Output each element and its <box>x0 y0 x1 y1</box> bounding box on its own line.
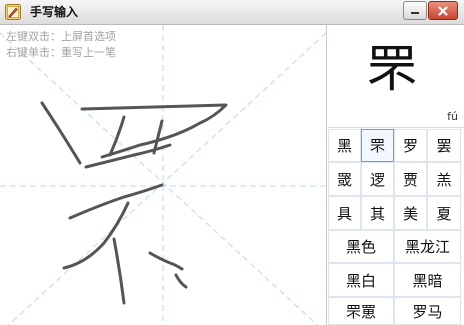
hint-right-click-undo: 右键单击：重写上一笔 <box>6 46 116 59</box>
minimize-icon <box>411 11 419 14</box>
candidate-char-8[interactable]: 羔 <box>427 162 461 196</box>
candidate-word-5[interactable]: 罘罳 <box>328 297 394 325</box>
candidate-word-2[interactable]: 黑龙江 <box>394 230 461 263</box>
candidate-word-4[interactable]: 黑暗 <box>394 263 461 297</box>
close-icon <box>438 5 448 16</box>
title-bar[interactable]: 手写输入 <box>0 0 464 25</box>
handwriting-app-icon <box>5 4 21 20</box>
handwriting-window: 手写输入 左键双击：上屏首选项 右键单击：重写上一笔 罘 fú 黑 罘 罗 罢 … <box>0 0 464 325</box>
candidate-char-12[interactable]: 夏 <box>427 196 461 230</box>
preview-pinyin: fú <box>447 110 458 123</box>
candidate-preview: 罘 fú <box>328 25 464 128</box>
candidate-char-9[interactable]: 具 <box>328 196 361 230</box>
candidate-char-1[interactable]: 黑 <box>328 129 361 162</box>
candidate-word-3[interactable]: 黑白 <box>328 263 394 297</box>
canvas-guide-lines <box>0 25 326 325</box>
candidate-word-6[interactable]: 罗马 <box>394 297 461 325</box>
handwriting-canvas[interactable]: 左键双击：上屏首选项 右键单击：重写上一笔 <box>0 25 327 325</box>
handwritten-strokes <box>40 101 228 305</box>
minimize-button[interactable] <box>403 1 427 20</box>
candidate-char-4[interactable]: 罢 <box>427 129 461 162</box>
writing-canvas-drawing <box>0 25 326 325</box>
close-button[interactable] <box>428 1 458 20</box>
candidate-char-5[interactable]: 罭 <box>328 162 361 196</box>
candidate-char-3[interactable]: 罗 <box>394 129 427 162</box>
window-title: 手写输入 <box>30 5 79 19</box>
candidate-word-1[interactable]: 黑色 <box>328 230 394 263</box>
candidate-char-2-selected[interactable]: 罘 <box>361 129 394 162</box>
candidate-char-10[interactable]: 其 <box>361 196 394 230</box>
candidate-char-7[interactable]: 贾 <box>394 162 427 196</box>
candidate-char-6[interactable]: 逻 <box>361 162 394 196</box>
candidate-panel: 罘 fú 黑 罘 罗 罢 罭 逻 贾 羔 具 其 美 夏 黑色 黑龙江 黑白 黑… <box>328 25 464 325</box>
candidate-char-11[interactable]: 美 <box>394 196 427 230</box>
hint-double-click-commit: 左键双击：上屏首选项 <box>6 30 116 43</box>
preview-character: 罘 <box>367 40 417 98</box>
